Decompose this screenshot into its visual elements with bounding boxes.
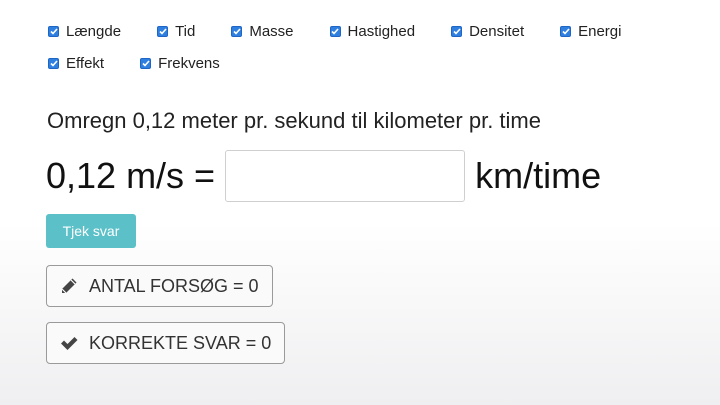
checkbox-effekt[interactable]: Effekt (48, 55, 104, 72)
checkbox-checked-icon[interactable] (140, 58, 152, 69)
checkbox-label: Tid (175, 23, 196, 40)
checkbox-laengde[interactable]: Længde (48, 23, 121, 40)
checkbox-energi[interactable]: Energi (560, 23, 621, 40)
attempts-label: ANTAL FORSØG = 0 (89, 275, 259, 296)
checkbox-checked-icon[interactable] (329, 26, 341, 37)
checkbox-masse[interactable]: Masse (231, 23, 294, 40)
checkbox-checked-icon[interactable] (48, 26, 59, 37)
checkbox-checked-icon[interactable] (231, 26, 243, 37)
checkbox-tid[interactable]: Tid (157, 23, 195, 40)
checkbox-label: Hastighed (347, 23, 416, 40)
attempts-counter: ANTAL FORSØG = 0 (46, 265, 273, 307)
check-answer-button[interactable]: Tjek svar (46, 214, 136, 248)
checkbox-checked-icon[interactable] (157, 26, 169, 37)
checkbox-hastighed[interactable]: Hastighed (329, 23, 416, 40)
category-checkboxes-row-1: Længde Tid Masse Hastighed Densitet Ener… (48, 23, 621, 40)
checkbox-checked-icon[interactable] (48, 58, 59, 69)
category-checkboxes-row-2: Effekt Frekvens (48, 55, 220, 72)
equation-unit: km/time (475, 155, 602, 196)
checkbox-checked-icon[interactable] (560, 26, 572, 37)
checkbox-frekvens[interactable]: Frekvens (140, 55, 220, 72)
checkbox-label: Masse (249, 23, 294, 40)
answer-input[interactable] (225, 150, 466, 202)
checkbox-label: Frekvens (158, 55, 220, 72)
pencil-icon (59, 276, 79, 296)
checkbox-label: Effekt (66, 55, 105, 72)
checkbox-checked-icon[interactable] (451, 26, 463, 37)
equation-left: 0,12 m/s = (46, 155, 216, 196)
checkbox-label: Densitet (469, 23, 525, 40)
checkmark-icon (59, 333, 79, 353)
checkbox-densitet[interactable]: Densitet (451, 23, 524, 40)
equation-row: 0,12 m/s = km/time (46, 149, 601, 203)
checkbox-label: Energi (578, 23, 622, 40)
correct-label: KORREKTE SVAR = 0 (89, 332, 272, 353)
correct-counter: KORREKTE SVAR = 0 (46, 322, 286, 364)
question-text: Omregn 0,12 meter pr. sekund til kilomet… (47, 108, 541, 133)
checkbox-label: Længde (66, 23, 122, 40)
